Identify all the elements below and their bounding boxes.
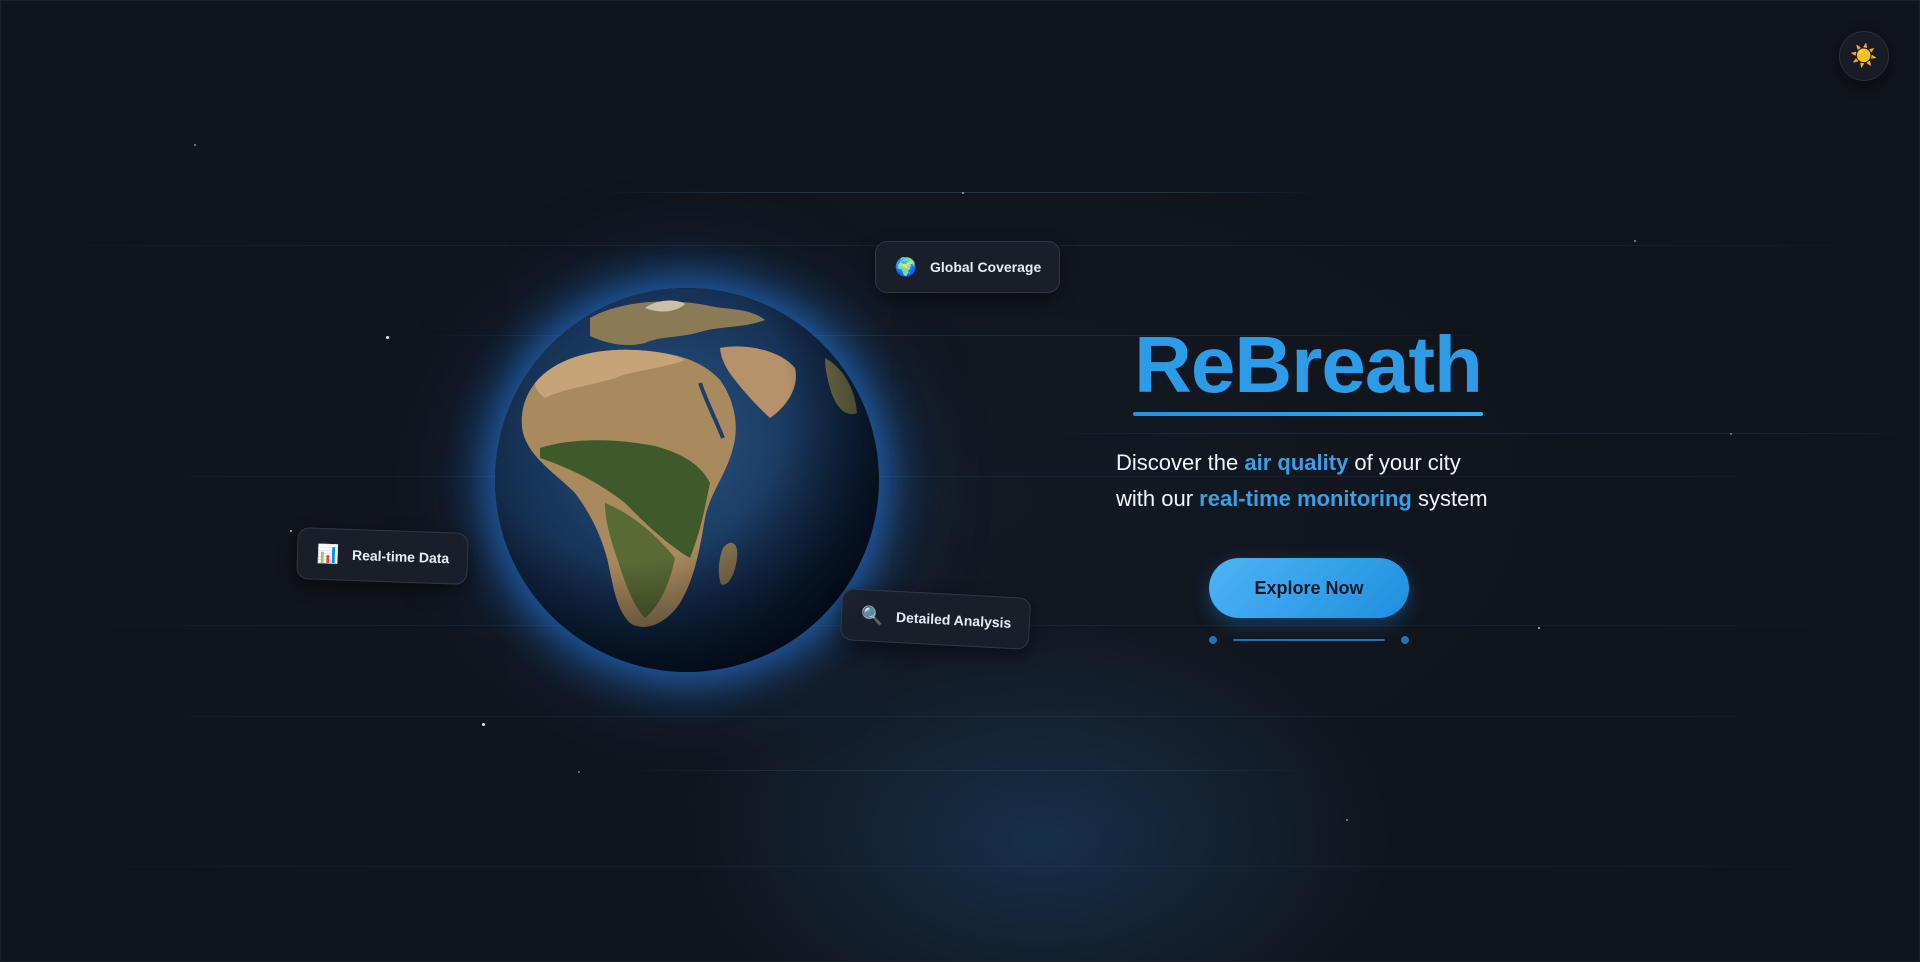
earth-image: [495, 288, 879, 672]
feature-chip-detailed-analysis[interactable]: 🔍 Detailed Analysis: [839, 588, 1032, 650]
tagline-highlight-real-time-monitoring: real-time monitoring: [1199, 486, 1412, 511]
star: [1538, 627, 1540, 629]
decor-line: [1, 866, 1919, 867]
star: [578, 771, 580, 773]
star: [1634, 240, 1636, 242]
earth-icon: [495, 288, 879, 672]
decor-line: [621, 770, 1321, 771]
brand-underline: [1133, 412, 1483, 416]
tagline: Discover the air quality of your city wi…: [1116, 445, 1496, 517]
slider-track: [1233, 639, 1385, 641]
feature-chip-global-coverage[interactable]: 🌍 Global Coverage: [875, 241, 1061, 293]
tagline-highlight-air-quality: air quality: [1244, 450, 1349, 475]
slider-dot: [1401, 636, 1409, 644]
star: [1730, 433, 1732, 435]
sun-icon: ☀️: [1850, 43, 1878, 68]
decor-line: [1041, 433, 1919, 434]
tagline-text: with our: [1116, 486, 1200, 511]
tagline-text: of your city: [1348, 450, 1461, 475]
tagline-text: Discover the: [1116, 450, 1245, 475]
decorative-slider: [1209, 634, 1409, 646]
decor-line: [1, 716, 1919, 717]
globe[interactable]: [495, 288, 879, 672]
tagline-text: system: [1411, 486, 1488, 511]
explore-now-button[interactable]: Explore Now: [1209, 558, 1409, 618]
decor-line: [1, 476, 1919, 477]
star: [194, 144, 196, 146]
star: [482, 723, 485, 726]
star: [290, 530, 292, 532]
star: [1346, 819, 1348, 821]
globe-icon: 🌍: [894, 256, 918, 277]
bar-chart-icon: 📊: [316, 543, 340, 564]
slider-dot: [1209, 636, 1217, 644]
decor-line: [601, 192, 1321, 193]
feature-chip-label: Global Coverage: [930, 259, 1042, 275]
feature-chip-label: Real-time Data: [351, 546, 450, 567]
feature-chip-real-time-data[interactable]: 📊 Real-time Data: [296, 527, 470, 585]
feature-chip-label: Detailed Analysis: [895, 608, 1012, 631]
theme-toggle-button[interactable]: ☀️: [1839, 31, 1889, 81]
star: [962, 192, 964, 194]
landing-page: ☀️ 🌍 Global Coverage 📊 Real-time Data 🔍 …: [0, 0, 1920, 962]
brand-title: ReBreath: [1134, 320, 1483, 409]
magnifier-icon: 🔍: [860, 604, 884, 626]
star: [386, 336, 389, 339]
